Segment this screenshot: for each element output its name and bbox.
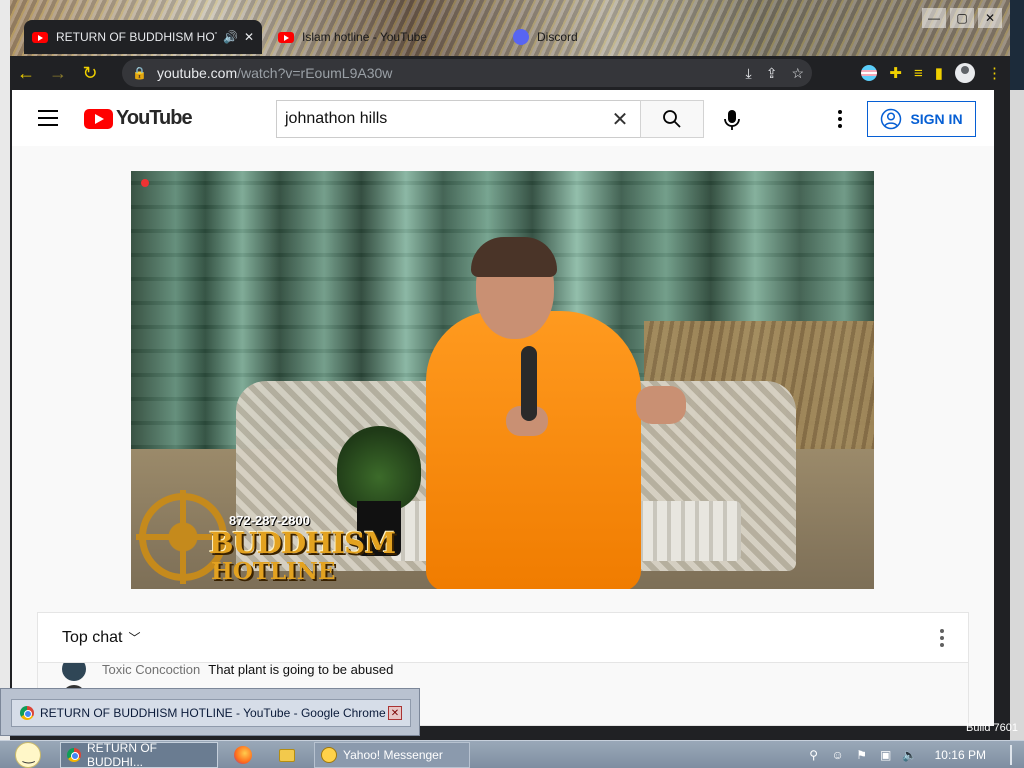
sign-in-label: SIGN IN — [910, 111, 963, 127]
search-icon — [663, 110, 681, 128]
chevron-down-icon[interactable]: ﹀ — [128, 629, 140, 646]
tab-title: Discord — [537, 30, 578, 44]
maximize-icon[interactable]: ▢ — [950, 8, 974, 28]
show-desktop-button[interactable] — [1010, 745, 1016, 765]
chrome-icon — [20, 706, 34, 720]
chat-mode-selector[interactable]: Top chat — [62, 629, 122, 647]
video-player[interactable]: 872-287-2800 BUDDHISM HOTLINE — [131, 171, 874, 589]
taskbar-preview-tooltip: RETURN OF BUDDHISM HOTLINE - YouTube - G… — [0, 688, 420, 736]
close-icon[interactable]: ✕ — [244, 30, 254, 44]
emoticon-tray-icon[interactable]: ☺ — [831, 748, 845, 762]
speaker-icon[interactable]: 🔊 — [223, 30, 238, 44]
trans-flag-extension-icon[interactable] — [861, 65, 878, 81]
folder-icon — [279, 748, 295, 762]
hamburger-menu-icon[interactable] — [38, 110, 58, 126]
taskbar-item-label: Yahoo! Messenger — [343, 748, 443, 762]
tab-discord[interactable]: Discord — [505, 20, 625, 54]
windows-build-watermark: Build 7601 — [966, 722, 1018, 734]
youtube-play-icon — [84, 108, 113, 129]
hotline-brand-line2: HOTLINE — [211, 558, 336, 585]
tab-title: RETURN OF BUDDHISM HOTLINE - YouTube — [56, 30, 217, 44]
install-icon[interactable]: ⤓ — [746, 65, 752, 82]
network-tray-icon[interactable]: ▣ — [879, 748, 893, 762]
settings-more-icon[interactable] — [830, 108, 850, 130]
extensions-area: ✚ ≡ ▮ ⋮ — [861, 56, 1002, 90]
speaker-hair — [471, 237, 557, 277]
yahoo-messenger-icon — [321, 747, 337, 763]
url-host: youtube.com — [156, 65, 238, 81]
handheld-microphone — [521, 346, 537, 421]
tooltip-window-entry[interactable]: RETURN OF BUDDHISM HOTLINE - YouTube - G… — [11, 699, 411, 727]
search-tray-icon[interactable]: ⚲ — [807, 748, 821, 762]
tab-islam-hotline[interactable]: Islam hotline - YouTube — [270, 20, 500, 54]
potted-plant — [337, 426, 421, 511]
taskbar: RETURN OF BUDDHI... Yahoo! Messenger ⚲ ☺… — [0, 740, 1024, 768]
avatar[interactable] — [62, 663, 86, 681]
tab-strip: RETURN OF BUDDHISM HOTLINE - YouTube 🔊 ✕… — [10, 0, 1010, 56]
address-bar[interactable]: 🔒 youtube.com/watch?v=rEoumL9A30w ⤓ ⇪ ☆ — [122, 59, 812, 87]
close-icon[interactable]: ✕ — [388, 706, 402, 720]
system-tray: ⚲ ☺ ⚑ ▣ 🔈 10:16 PM — [807, 741, 1016, 768]
url-text: youtube.com/watch?v=rEoumL9A30w — [157, 65, 392, 81]
youtube-page: YouTube johnathon hills ✕ SIGN IN 872-28… — [12, 90, 994, 726]
voice-search-button[interactable] — [712, 100, 752, 140]
chrome-menu-icon[interactable]: ⋮ — [987, 64, 1002, 82]
discord-icon — [513, 29, 529, 45]
url-path: /watch?v=rEoumL9A30w — [237, 65, 393, 81]
youtube-header: YouTube johnathon hills ✕ SIGN IN — [12, 90, 994, 146]
account-circle-icon — [881, 108, 902, 130]
taskbar-item-explorer[interactable] — [272, 742, 302, 768]
clear-search-icon[interactable]: ✕ — [608, 107, 632, 132]
puzzle-extensions-icon[interactable]: ✚ — [889, 64, 902, 82]
firefox-icon — [234, 746, 252, 764]
youtube-wordmark: YouTube — [116, 107, 193, 129]
side-panel-icon[interactable]: ▮ — [935, 64, 943, 82]
close-window-icon[interactable]: ✕ — [978, 8, 1002, 28]
chat-more-icon[interactable] — [940, 628, 944, 647]
forward-icon[interactable]: → — [42, 57, 74, 89]
search-button[interactable] — [640, 100, 704, 138]
youtube-icon — [32, 31, 48, 43]
chat-message: Toxic Concoction That plant is going to … — [62, 663, 393, 681]
tab-active[interactable]: RETURN OF BUDDHISM HOTLINE - YouTube 🔊 ✕ — [24, 20, 262, 54]
chat-header: Top chat ﹀ — [38, 613, 968, 663]
omnibox-actions: ⤓ ⇪ ☆ — [746, 65, 805, 82]
browser-toolbar: ← → ↻ 🔒 youtube.com/watch?v=rEoumL9A30w … — [10, 56, 1010, 90]
flag-tray-icon[interactable]: ⚑ — [855, 748, 869, 762]
volume-icon[interactable]: 🔈 — [902, 748, 917, 762]
bookmark-star-icon[interactable]: ☆ — [791, 65, 804, 82]
share-icon[interactable]: ⇪ — [766, 65, 778, 82]
reload-icon[interactable]: ↻ — [74, 57, 106, 89]
minimize-icon[interactable]: — — [922, 8, 946, 28]
tooltip-title: RETURN OF BUDDHISM HOTLINE - YouTube - G… — [40, 706, 386, 720]
search-input[interactable]: johnathon hills ✕ — [276, 100, 640, 138]
chat-text: That plant is going to be abused — [208, 663, 394, 677]
speaker-gesture-hand — [636, 386, 686, 424]
tab-title: Islam hotline - YouTube — [302, 30, 427, 44]
chat-author[interactable]: Toxic Concoction — [102, 663, 200, 677]
sign-in-button[interactable]: SIGN IN — [867, 101, 976, 137]
youtube-logo[interactable]: YouTube — [84, 107, 193, 130]
microphone-icon — [724, 110, 740, 130]
youtube-icon — [278, 31, 294, 43]
taskbar-item-yahoo-messenger[interactable]: Yahoo! Messenger — [314, 742, 470, 768]
taskbar-item-label: RETURN OF BUDDHI... — [87, 741, 157, 768]
start-button[interactable] — [8, 741, 48, 768]
smiley-start-icon — [15, 742, 41, 768]
lock-icon[interactable]: 🔒 — [132, 66, 147, 80]
desktop-edge-right — [1010, 90, 1024, 740]
search-query: johnathon hills — [285, 110, 388, 127]
window-controls: — ▢ ✕ — [922, 8, 1002, 28]
profile-avatar-icon[interactable] — [955, 63, 975, 83]
chrome-icon — [67, 748, 81, 762]
hotline-brand-line1: BUDDHISM — [209, 526, 396, 560]
live-indicator-icon — [141, 179, 149, 187]
media-queue-icon[interactable]: ≡ — [914, 65, 923, 82]
taskbar-item-firefox[interactable] — [228, 742, 258, 768]
clock[interactable]: 10:16 PM — [935, 748, 986, 762]
back-icon[interactable]: ← — [10, 57, 42, 89]
taskbar-item-chrome[interactable]: RETURN OF BUDDHI... — [60, 741, 218, 768]
